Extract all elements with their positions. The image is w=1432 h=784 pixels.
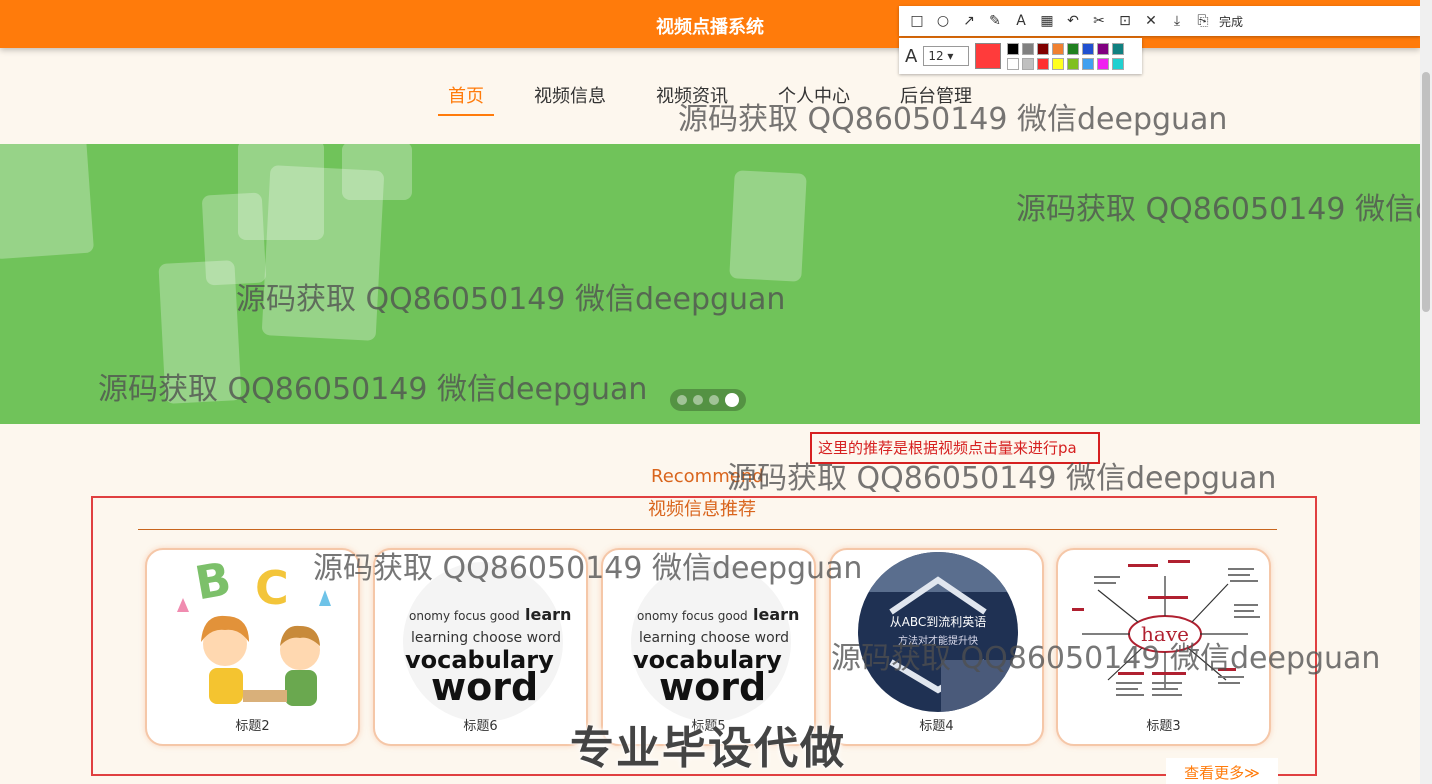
svg-text:B: B bbox=[191, 551, 235, 610]
view-more-link[interactable]: 查看更多≫ bbox=[1166, 758, 1278, 784]
copy-icon[interactable]: ⎘ bbox=[1193, 13, 1213, 29]
banner-decor bbox=[729, 170, 807, 282]
pin-icon[interactable]: ⊡ bbox=[1115, 13, 1135, 29]
card-caption: 标题2 bbox=[235, 719, 270, 734]
color-swatch[interactable] bbox=[1037, 42, 1050, 55]
color-swatch[interactable] bbox=[1097, 42, 1110, 55]
rectangle-tool-icon[interactable]: □ bbox=[907, 13, 927, 29]
thumbnail-title: 从ABC到流利英语 bbox=[890, 615, 987, 629]
color-swatch[interactable] bbox=[1022, 42, 1035, 55]
carousel-dot[interactable] bbox=[709, 395, 719, 405]
vertical-scrollbar[interactable] bbox=[1420, 0, 1432, 784]
nav-item-home[interactable]: 首页 bbox=[438, 84, 494, 116]
current-color-swatch[interactable] bbox=[975, 43, 1002, 69]
color-swatch[interactable] bbox=[1112, 57, 1125, 70]
color-swatch[interactable] bbox=[1067, 42, 1080, 55]
svg-text:onomy focus good: onomy focus good bbox=[637, 609, 748, 623]
text-tool-icon[interactable]: A bbox=[1011, 13, 1031, 29]
watermark-text: 源码获取 QQ86050149 微信deepguan bbox=[236, 282, 786, 317]
color-swatch[interactable] bbox=[1007, 57, 1020, 70]
color-swatch[interactable] bbox=[1082, 42, 1095, 55]
watermark-text: 源码获取 QQ86050149 微信deepguan bbox=[98, 372, 648, 407]
close-icon[interactable]: ✕ bbox=[1141, 13, 1161, 29]
color-swatch[interactable] bbox=[1052, 42, 1065, 55]
watermark-text: 源码获取 QQ86050149 微信deepguan bbox=[831, 641, 1381, 676]
font-size-select[interactable]: 12 ▾ bbox=[923, 46, 970, 66]
section-divider bbox=[138, 529, 1277, 530]
carousel-dots bbox=[670, 389, 746, 411]
carousel-dot[interactable] bbox=[693, 395, 703, 405]
carousel-dot[interactable] bbox=[677, 395, 687, 405]
pen-tool-icon[interactable]: ✎ bbox=[985, 13, 1005, 29]
color-swatch[interactable] bbox=[1052, 57, 1065, 70]
color-palette bbox=[1007, 42, 1125, 70]
banner-decor bbox=[0, 144, 95, 260]
card-caption: 标题4 bbox=[919, 719, 954, 734]
screenshot-style-panel: A 12 ▾ bbox=[899, 38, 1142, 74]
watermark-text: 源码获取 QQ86050149 微信deepguan bbox=[678, 102, 1228, 137]
font-size-value: 12 bbox=[928, 49, 944, 63]
color-swatch[interactable] bbox=[1007, 42, 1020, 55]
font-icon: A bbox=[905, 45, 918, 67]
screenshot-toolbar: □ ○ ↗ ✎ A ▦ ↶ ✂ ⊡ ✕ ⤓ ⎘ 完成 bbox=[899, 6, 1420, 36]
carousel-dot-active[interactable] bbox=[725, 393, 739, 407]
svg-text:onomy focus good: onomy focus good bbox=[409, 609, 520, 623]
color-swatch[interactable] bbox=[1067, 57, 1080, 70]
svg-text:learning choose word: learning choose word bbox=[639, 630, 789, 646]
svg-text:learn: learn bbox=[753, 605, 799, 624]
arrow-tool-icon[interactable]: ↗ bbox=[959, 13, 979, 29]
watermark-text: 源码获取 QQ86050149 微信deepguan bbox=[727, 461, 1277, 496]
svg-text:word: word bbox=[431, 665, 538, 709]
svg-text:word: word bbox=[659, 665, 766, 709]
watermark-text: 源码获取 QQ86050149 微信deepguan bbox=[1016, 192, 1432, 227]
svg-text:learn: learn bbox=[525, 605, 571, 624]
card-caption: 标题3 bbox=[1146, 719, 1181, 734]
undo-icon[interactable]: ↶ bbox=[1063, 13, 1083, 29]
nav-item-videos[interactable]: 视频信息 bbox=[524, 84, 616, 116]
color-swatch[interactable] bbox=[1082, 57, 1095, 70]
card-caption: 标题6 bbox=[463, 719, 498, 734]
mosaic-tool-icon[interactable]: ▦ bbox=[1037, 13, 1057, 29]
color-swatch[interactable] bbox=[1112, 42, 1125, 55]
watermark-big-text: 专业毕设代做 bbox=[570, 723, 846, 774]
color-swatch[interactable] bbox=[1097, 57, 1110, 70]
ellipse-tool-icon[interactable]: ○ bbox=[933, 13, 953, 29]
color-swatch[interactable] bbox=[1022, 57, 1035, 70]
save-icon[interactable]: ⤓ bbox=[1167, 13, 1187, 29]
svg-text:learning choose word: learning choose word bbox=[411, 630, 561, 646]
finish-button[interactable]: 完成 bbox=[1219, 13, 1243, 30]
cut-icon[interactable]: ✂ bbox=[1089, 13, 1109, 29]
color-swatch[interactable] bbox=[1037, 57, 1050, 70]
svg-text:C: C bbox=[255, 561, 289, 615]
scrollbar-thumb[interactable] bbox=[1422, 72, 1430, 312]
watermark-text: 源码获取 QQ86050149 微信deepguan bbox=[313, 551, 863, 586]
